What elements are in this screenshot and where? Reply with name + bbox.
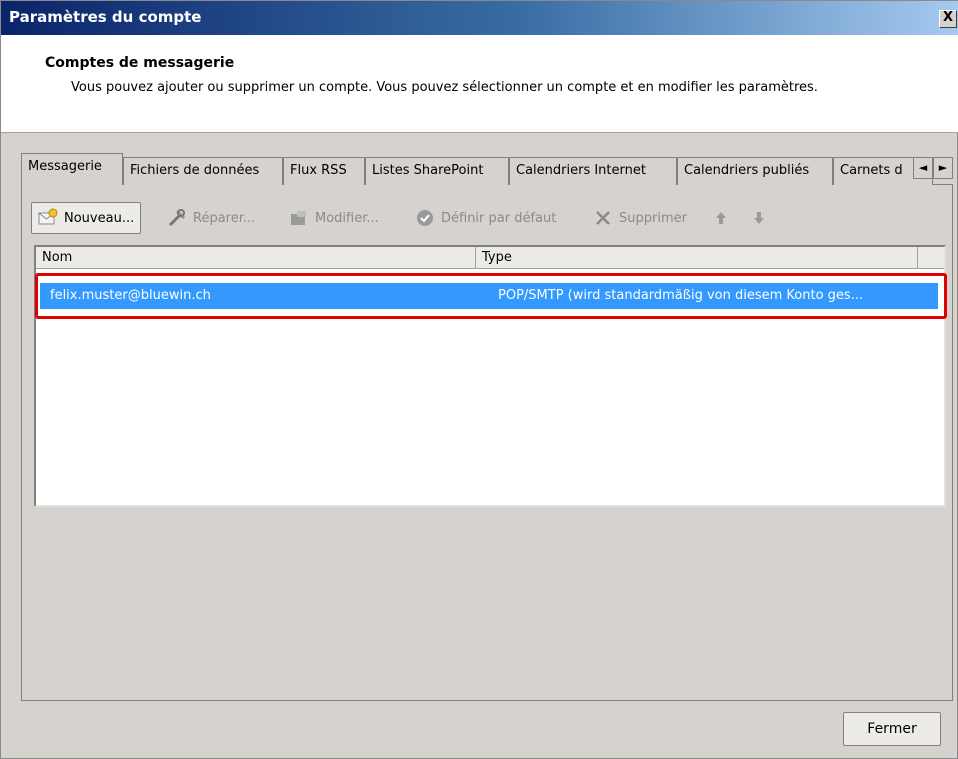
column-header-name[interactable]: Nom xyxy=(36,247,476,269)
modify-icon xyxy=(289,208,309,228)
new-account-label: Nouveau... xyxy=(64,210,135,226)
tab-calendriers-internet[interactable]: Calendriers Internet xyxy=(509,157,677,185)
window-title: Paramètres du compte xyxy=(9,8,202,26)
title-bar: Paramètres du compte X xyxy=(1,1,958,35)
list-header: Nom Type xyxy=(36,247,944,269)
delete-x-icon xyxy=(593,208,613,228)
tab-strip: Messagerie Fichiers de données Flux RSS … xyxy=(21,153,953,185)
repair-tools-icon xyxy=(167,208,187,228)
account-settings-dialog: Paramètres du compte X Comptes de messag… xyxy=(0,0,958,759)
repair-button[interactable]: Réparer... xyxy=(167,202,255,234)
move-down-button[interactable] xyxy=(749,202,769,234)
set-default-button[interactable]: Définir par défaut xyxy=(415,202,556,234)
repair-label: Réparer... xyxy=(193,210,256,226)
account-toolbar: Nouveau... Réparer... Modifier... Défini… xyxy=(31,199,931,237)
tab-calendriers-publies[interactable]: Calendriers publiés xyxy=(677,157,833,185)
arrow-down-icon xyxy=(749,208,769,228)
tab-listes-sharepoint[interactable]: Listes SharePoint xyxy=(365,157,509,185)
tab-flux-rss[interactable]: Flux RSS xyxy=(283,157,365,185)
dialog-header: Comptes de messagerie Vous pouvez ajoute… xyxy=(1,35,958,133)
column-header-type[interactable]: Type xyxy=(476,247,918,269)
set-default-label: Définir par défaut xyxy=(441,210,557,226)
tab-scroll-left-button[interactable]: ◄ xyxy=(913,157,933,179)
new-mail-icon xyxy=(38,208,58,228)
tab-fichiers-de-donnees[interactable]: Fichiers de données xyxy=(123,157,283,185)
delete-button[interactable]: Supprimer xyxy=(593,202,687,234)
new-account-button[interactable]: Nouveau... xyxy=(31,202,142,234)
move-up-button[interactable] xyxy=(711,202,731,234)
modify-button[interactable]: Modifier... xyxy=(289,202,379,234)
tab-scroll-right-button[interactable]: ► xyxy=(933,157,953,179)
tab-messagerie[interactable]: Messagerie xyxy=(21,153,123,185)
check-circle-icon xyxy=(415,208,435,228)
header-description: Vous pouvez ajouter ou supprimer un comp… xyxy=(71,80,818,95)
delete-label: Supprimer xyxy=(619,210,687,226)
close-button[interactable]: Fermer xyxy=(843,712,941,746)
header-title: Comptes de messagerie xyxy=(45,55,235,71)
arrow-up-icon xyxy=(711,208,731,228)
window-close-button[interactable]: X xyxy=(939,10,957,28)
modify-label: Modifier... xyxy=(315,210,379,226)
selection-highlight-annotation xyxy=(35,273,947,319)
